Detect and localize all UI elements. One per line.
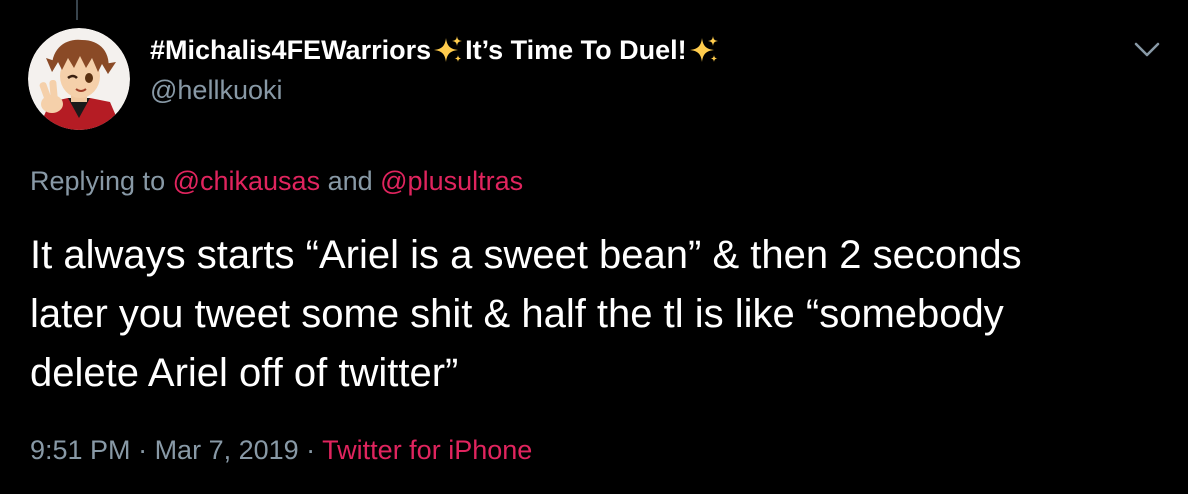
tweet-source-link[interactable]: Twitter for iPhone: [322, 435, 532, 465]
replying-to: Replying to @chikausas and @plusultras: [30, 164, 523, 198]
mention-link-chikausas[interactable]: @chikausas: [173, 166, 320, 196]
tweet-text-line: delete Ariel off of twitter”: [30, 351, 459, 395]
tweet-card: #Michalis4FEWarriors It’s Time To Duel! …: [0, 0, 1188, 494]
avatar[interactable]: [28, 28, 130, 130]
sparkles-emoji-icon: [689, 36, 718, 62]
meta-separator: ·: [298, 435, 323, 465]
user-names: #Michalis4FEWarriors It’s Time To Duel! …: [150, 33, 721, 107]
tweet-meta: 9:51 PM · Mar 7, 2019 · Twitter for iPho…: [30, 432, 532, 468]
display-name-text-2: It’s Time To Duel!: [465, 35, 687, 65]
replying-prefix: Replying to: [30, 166, 173, 196]
tweet-text-line: later you tweet some shit & half the tl …: [30, 292, 1004, 336]
display-name[interactable]: #Michalis4FEWarriors It’s Time To Duel!: [150, 33, 721, 67]
sparkles-emoji-icon: [434, 36, 463, 62]
chevron-down-icon[interactable]: [1134, 42, 1160, 58]
mention-link-plusultras[interactable]: @plusultras: [380, 166, 523, 196]
thread-connector-line: [76, 0, 78, 20]
tweet-date[interactable]: Mar 7, 2019: [155, 435, 299, 465]
tweet-text: It always starts “Ariel is a sweet bean”…: [30, 226, 1170, 403]
user-handle[interactable]: @hellkuoki: [150, 73, 721, 107]
display-name-text-1: #Michalis4FEWarriors: [150, 35, 432, 65]
tweet-time[interactable]: 9:51 PM: [30, 435, 131, 465]
replying-conjunction: and: [320, 166, 381, 196]
tweet-header: #Michalis4FEWarriors It’s Time To Duel! …: [28, 28, 721, 130]
tweet-text-line: It always starts “Ariel is a sweet bean”…: [30, 233, 1022, 277]
meta-separator: ·: [130, 435, 155, 465]
